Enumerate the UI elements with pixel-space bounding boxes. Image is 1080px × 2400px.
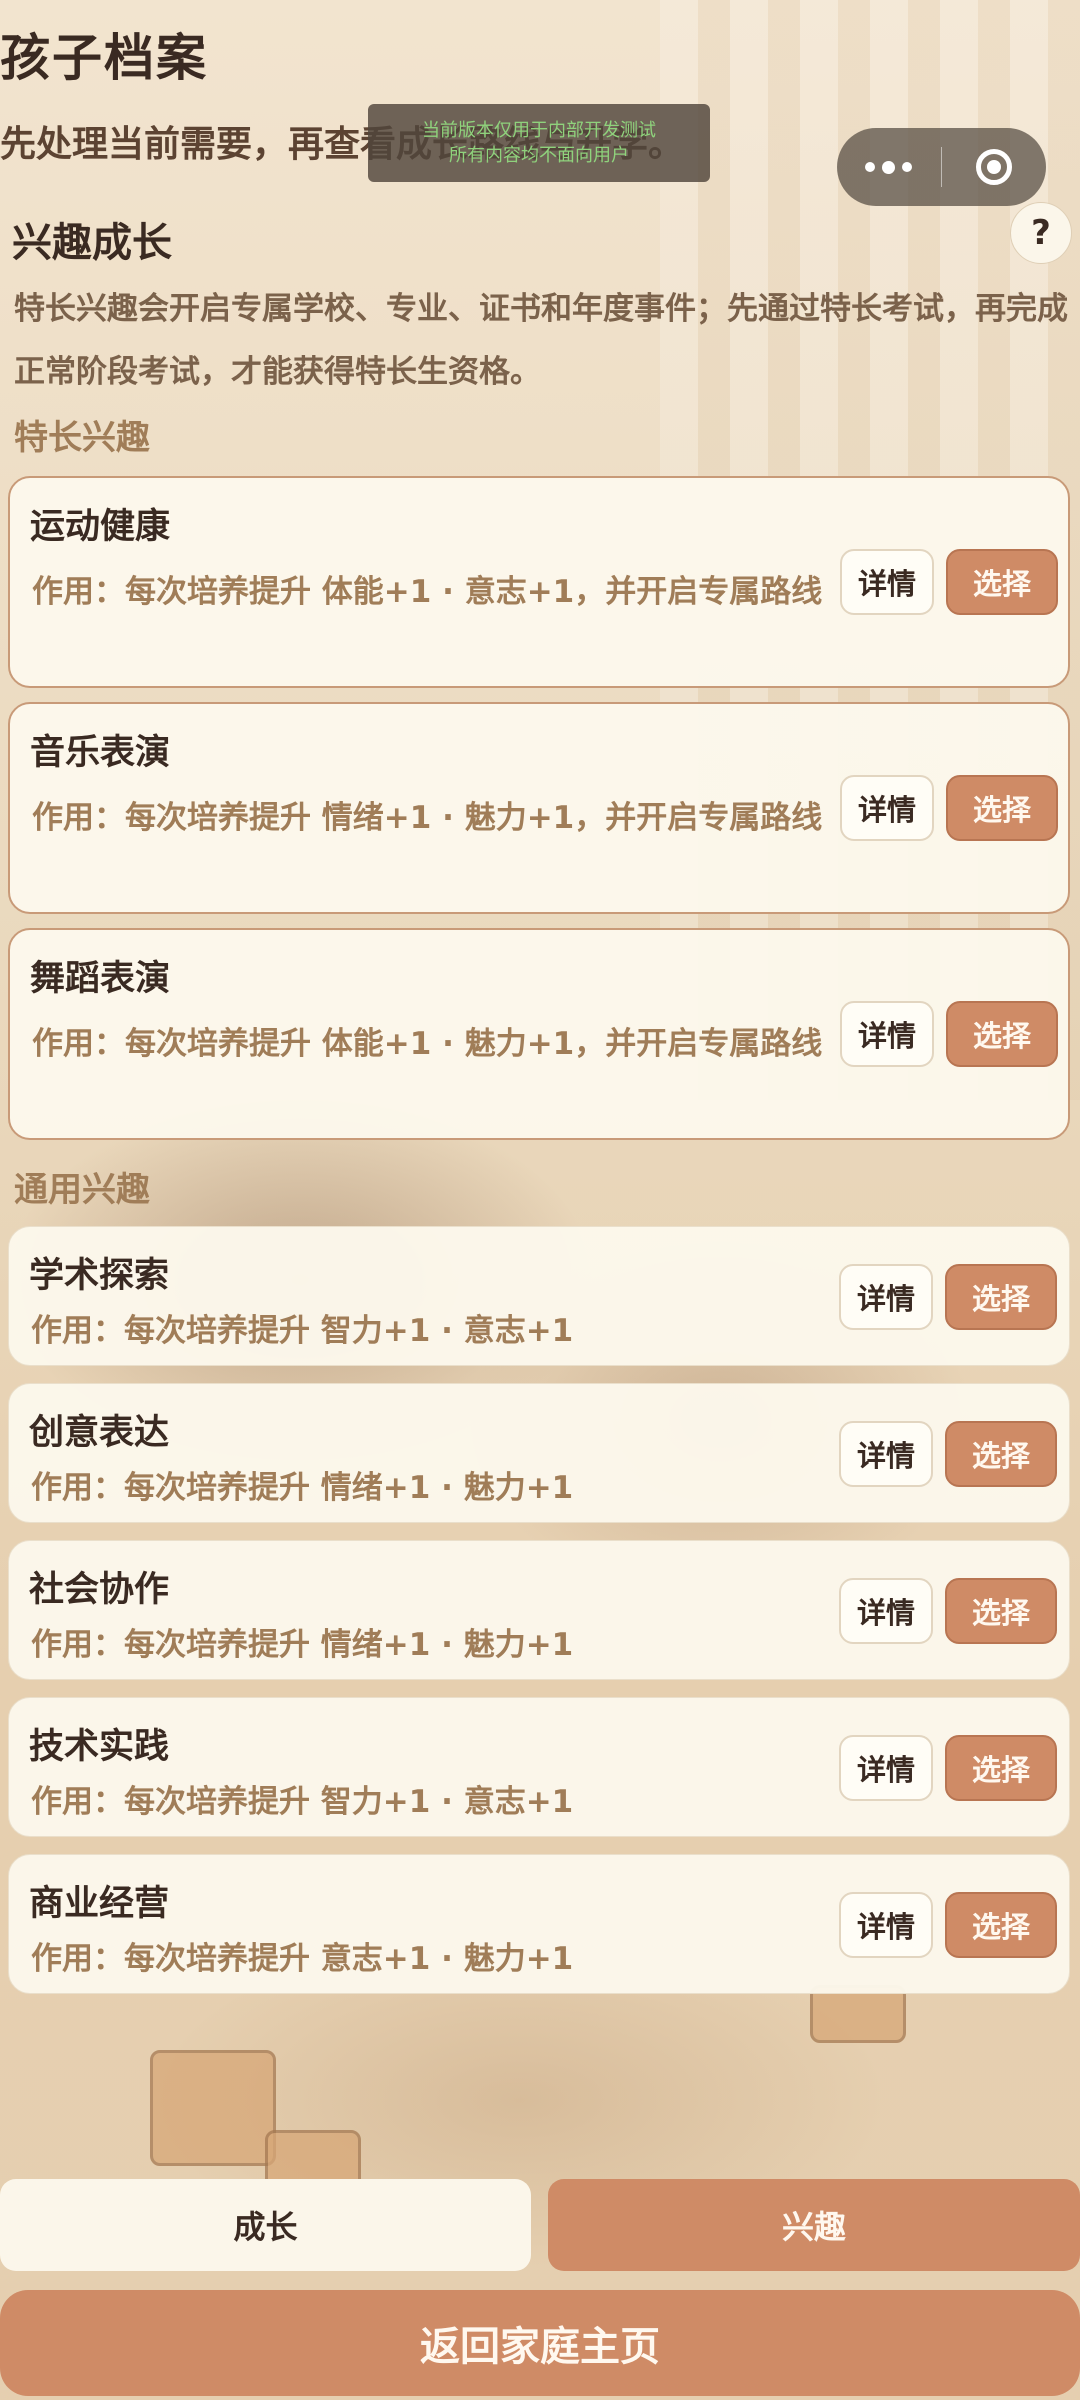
dot-icon <box>902 162 913 172</box>
interest-card: 学术探索 作用：每次培养提升 智力+1 · 意志+1 详情 选择 <box>8 1226 1070 1366</box>
dot-icon <box>865 162 876 172</box>
dot-icon <box>882 160 896 174</box>
interest-name: 技术实践 <box>29 1727 170 1767</box>
interest-card: 社会协作 作用：每次培养提升 情绪+1 · 魅力+1 详情 选择 <box>8 1540 1070 1680</box>
detail-button[interactable]: 详情 <box>840 775 934 841</box>
general-group-label: 通用兴趣 <box>14 1170 150 1210</box>
tab-interest[interactable]: 兴趣 <box>548 2179 1080 2271</box>
interest-effect: 作用：每次培养提升 体能+1 · 意志+1，并开启专属路线 <box>32 574 823 610</box>
return-home-button[interactable]: 返回家庭主页 <box>0 2290 1080 2396</box>
miniprogram-capsule <box>837 128 1046 206</box>
close-miniprogram-button[interactable] <box>942 128 1046 206</box>
interest-name: 运动健康 <box>30 507 171 547</box>
interest-card: 商业经营 作用：每次培养提升 意志+1 · 魅力+1 详情 选择 <box>8 1854 1070 1994</box>
interest-effect: 作用：每次培养提升 体能+1 · 魅力+1，并开启专属路线 <box>32 1026 823 1062</box>
interest-name: 音乐表演 <box>30 733 171 773</box>
select-button[interactable]: 选择 <box>946 775 1058 841</box>
more-options-button[interactable] <box>837 128 941 206</box>
select-button[interactable]: 选择 <box>945 1264 1057 1330</box>
detail-button[interactable]: 详情 <box>839 1578 933 1644</box>
select-button[interactable]: 选择 <box>945 1892 1057 1958</box>
dev-notice-toast: 当前版本仅用于内部开发测试 所有内容均不面向用户 <box>368 104 710 182</box>
background-toy-block <box>150 2050 276 2166</box>
interest-card: 舞蹈表演 作用：每次培养提升 体能+1 · 魅力+1，并开启专属路线 详情 选择 <box>8 928 1070 1140</box>
interest-name: 商业经营 <box>29 1884 170 1924</box>
interest-card: 运动健康 作用：每次培养提升 体能+1 · 意志+1，并开启专属路线 详情 选择 <box>8 476 1070 688</box>
help-button[interactable]: ? <box>1010 202 1072 264</box>
interest-name: 学术探索 <box>29 1256 170 1296</box>
interest-effect: 作用：每次培养提升 情绪+1 · 魅力+1，并开启专属路线 <box>32 800 823 836</box>
interest-effect: 作用：每次培养提升 意志+1 · 魅力+1 <box>31 1941 574 1977</box>
interest-card: 音乐表演 作用：每次培养提升 情绪+1 · 魅力+1，并开启专属路线 详情 选择 <box>8 702 1070 914</box>
interest-name: 社会协作 <box>29 1570 170 1610</box>
detail-button[interactable]: 详情 <box>839 1892 933 1958</box>
target-circle-icon <box>976 149 1013 185</box>
detail-button[interactable]: 详情 <box>839 1735 933 1801</box>
detail-button[interactable]: 详情 <box>839 1421 933 1487</box>
special-group-label: 特长兴趣 <box>14 418 150 458</box>
interest-effect: 作用：每次培养提升 情绪+1 · 魅力+1 <box>31 1627 574 1663</box>
interest-effect: 作用：每次培养提升 智力+1 · 意志+1 <box>31 1784 574 1820</box>
interest-name: 创意表达 <box>29 1413 170 1453</box>
select-button[interactable]: 选择 <box>946 549 1058 615</box>
interest-card: 创意表达 作用：每次培养提升 情绪+1 · 魅力+1 详情 选择 <box>8 1383 1070 1523</box>
select-button[interactable]: 选择 <box>945 1578 1057 1644</box>
dev-notice-line: 所有内容均不面向用户 <box>449 145 629 166</box>
page-title: 孩子档案 <box>0 29 208 87</box>
detail-button[interactable]: 详情 <box>840 1001 934 1067</box>
select-button[interactable]: 选择 <box>945 1735 1057 1801</box>
section-description: 特长兴趣会开启专属学校、专业、证书和年度事件；先通过特长考试，再完成正常阶段考试… <box>14 291 1068 390</box>
interest-effect: 作用：每次培养提升 情绪+1 · 魅力+1 <box>31 1470 574 1506</box>
tab-growth[interactable]: 成长 <box>0 2179 531 2271</box>
section-title: 兴趣成长 <box>12 220 172 266</box>
detail-button[interactable]: 详情 <box>840 549 934 615</box>
interest-card: 技术实践 作用：每次培养提升 智力+1 · 意志+1 详情 选择 <box>8 1697 1070 1837</box>
select-button[interactable]: 选择 <box>946 1001 1058 1067</box>
select-button[interactable]: 选择 <box>945 1421 1057 1487</box>
interest-effect: 作用：每次培养提升 智力+1 · 意志+1 <box>31 1313 574 1349</box>
interest-name: 舞蹈表演 <box>30 959 171 999</box>
detail-button[interactable]: 详情 <box>839 1264 933 1330</box>
dev-notice-line: 当前版本仅用于内部开发测试 <box>422 120 656 141</box>
